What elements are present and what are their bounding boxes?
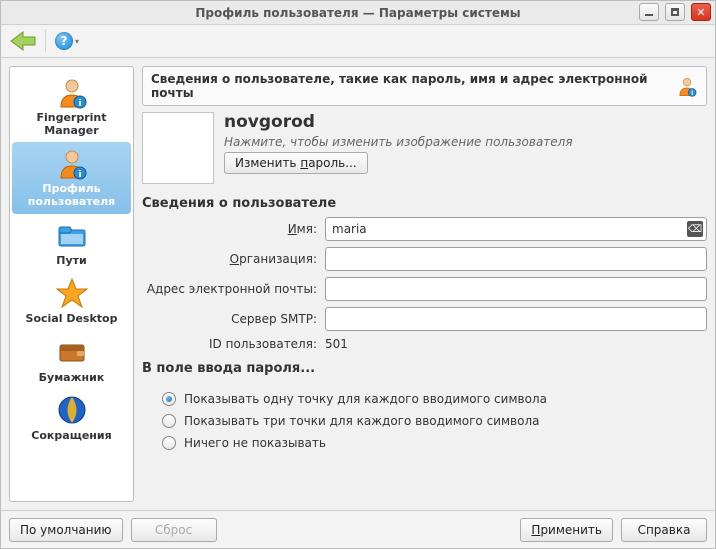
smtp-input[interactable] [325,307,707,331]
help-menu-button[interactable]: ? ▾ [54,30,80,52]
close-button[interactable]: ✕ [691,3,711,21]
bottom-bar: По умолчанию Сброс Применить Справка [1,510,715,548]
maximize-button[interactable] [665,3,685,21]
radio-icon [162,392,176,406]
label-name: Имя: [142,222,317,236]
sidebar-item-label: Бумажник [14,372,129,385]
chevron-down-icon: ▾ [75,37,79,46]
uid-value: 501 [325,337,707,351]
help-button[interactable]: Справка [621,518,707,542]
org-input[interactable] [325,247,707,271]
user-name: novgorod [224,112,573,132]
label-org: Организация: [142,252,317,266]
person-info-icon: i [676,75,698,97]
radio-option-none[interactable]: Ничего не показывать [142,432,707,454]
info-banner-text: Сведения о пользователе, такие как парол… [151,72,668,100]
sidebar-item-wallet[interactable]: Бумажник [12,331,131,390]
section-user-details: Сведения о пользователе [142,196,707,211]
label-email: Адрес электронной почты: [142,282,317,296]
reset-button[interactable]: Сброс [131,518,217,542]
window-title: Профиль пользователя — Параметры системы [1,6,715,20]
person-icon: i [54,74,90,110]
sidebar: i Fingerprint Manager i Профиль пользова… [9,66,134,502]
sidebar-item-paths[interactable]: Пути [12,214,131,273]
svg-text:i: i [691,91,693,97]
toolbar: ? ▾ [1,25,715,58]
toolbar-separator [45,30,46,52]
user-avatar[interactable] [142,112,214,184]
radio-icon [162,414,176,428]
star-icon [54,275,90,311]
user-avatar-hint: Нажмите, чтобы изменить изображение поль… [224,135,573,149]
radio-option-three-dots[interactable]: Показывать три точки для каждого вводимо… [142,410,707,432]
email-input[interactable] [325,277,707,301]
person-icon: i [54,145,90,181]
radio-label: Показывать три точки для каждого вводимо… [184,414,539,428]
svg-text:i: i [78,99,81,109]
label-uid: ID пользователя: [142,337,317,351]
sidebar-item-fingerprint[interactable]: i Fingerprint Manager [12,71,131,142]
radio-icon [162,436,176,450]
folder-icon [54,217,90,253]
sidebar-item-label: Social Desktop [14,313,129,326]
radio-option-one-dot[interactable]: Показывать одну точку для каждого вводим… [142,388,707,410]
clear-name-button[interactable]: ⌫ [687,221,703,237]
radio-label: Показывать одну точку для каждого вводим… [184,392,547,406]
titlebar: Профиль пользователя — Параметры системы… [1,1,715,25]
back-button[interactable] [9,30,37,52]
sidebar-item-social-desktop[interactable]: Social Desktop [12,272,131,331]
defaults-button[interactable]: По умолчанию [9,518,123,542]
sidebar-item-user-profile[interactable]: i Профиль пользователя [12,142,131,213]
sidebar-item-label: Сокращения [14,430,129,443]
main-panel: Сведения о пользователе, такие как парол… [142,66,707,502]
wallet-icon [54,334,90,370]
section-password-field: В поле ввода пароля... [142,361,707,376]
name-input[interactable] [325,217,707,241]
info-banner: Сведения о пользователе, такие как парол… [142,66,707,106]
globe-icon [54,392,90,428]
sidebar-item-label: Профиль пользователя [14,183,129,208]
sidebar-item-shortcuts[interactable]: Сокращения [12,389,131,448]
label-smtp: Сервер SMTP: [142,312,317,326]
apply-button[interactable]: Применить [520,518,613,542]
svg-text:i: i [78,170,81,180]
change-password-button[interactable]: Изменить пароль... [224,152,368,174]
help-icon: ? [55,32,73,50]
sidebar-item-label: Fingerprint Manager [14,112,129,137]
sidebar-item-label: Пути [14,255,129,268]
minimize-button[interactable] [639,3,659,21]
radio-label: Ничего не показывать [184,436,326,450]
